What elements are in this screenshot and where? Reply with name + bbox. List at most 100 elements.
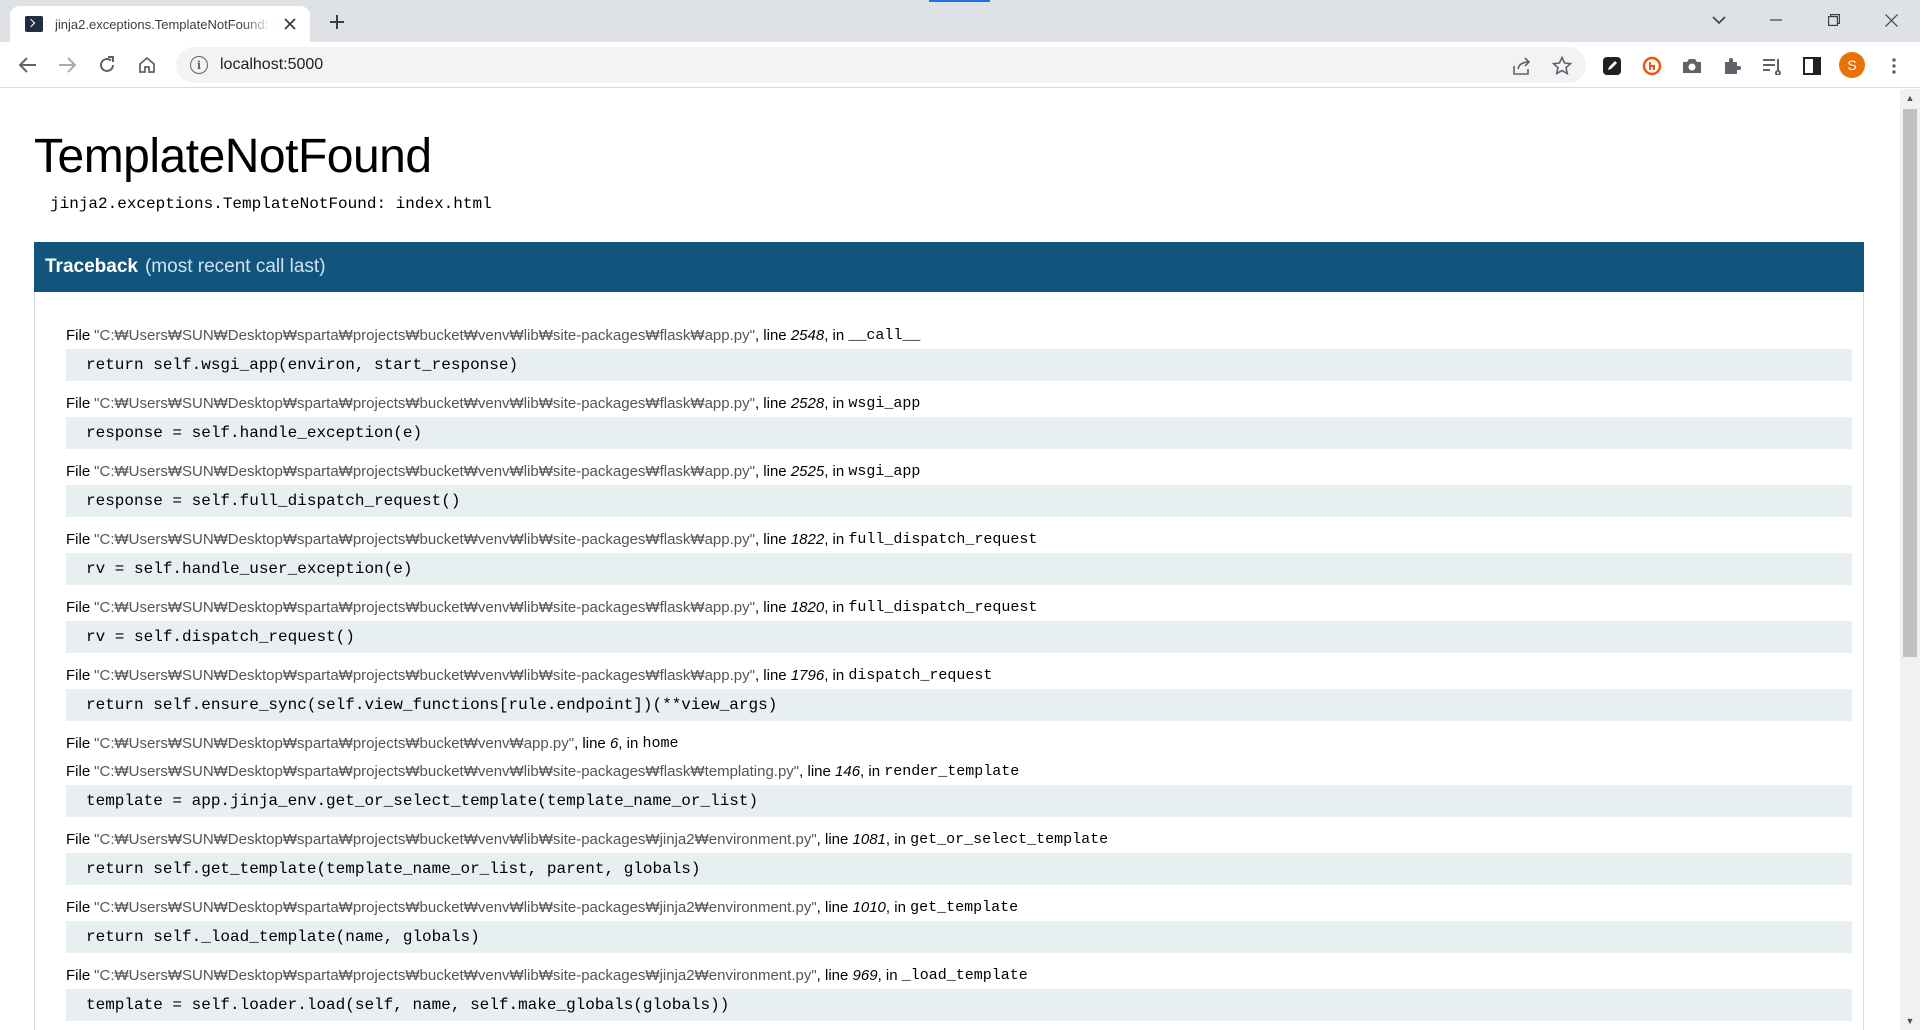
traceback-subtitle: (most recent call last) xyxy=(144,256,326,277)
home-icon xyxy=(139,56,155,73)
scroll-down-icon[interactable]: ▼ xyxy=(1900,1012,1920,1030)
separator: , xyxy=(754,394,764,412)
frame-file-label: File xyxy=(66,394,91,412)
separator: , xyxy=(824,326,833,344)
frame-location: File "C:₩Users₩SUN₩Desktop₩sparta₩project… xyxy=(66,389,1852,417)
share-icon[interactable] xyxy=(1510,54,1534,78)
back-button[interactable] xyxy=(12,49,44,81)
frame-source-line[interactable]: template = app.jinja_env.get_or_select_t… xyxy=(66,785,1852,817)
frame-function-name: home xyxy=(642,734,679,752)
reload-button[interactable] xyxy=(91,49,123,81)
frame-file-path[interactable]: "C:₩Users₩SUN₩Desktop₩sparta₩projects₩bu… xyxy=(94,967,816,984)
frame-line-number: 2528 xyxy=(790,394,825,412)
traceback-frame: File "C:₩Users₩SUN₩Desktop₩sparta₩project… xyxy=(66,961,1852,1021)
traceback-header: Traceback (most recent call last) xyxy=(34,242,1864,292)
close-tab-icon[interactable] xyxy=(280,14,300,34)
frame-file-path[interactable]: "C:₩Users₩SUN₩Desktop₩sparta₩projects₩bu… xyxy=(94,899,816,916)
frame-line-label: line xyxy=(825,898,849,916)
frame-file-path[interactable]: "C:₩Users₩SUN₩Desktop₩sparta₩projects₩bu… xyxy=(94,327,755,344)
frame-source-line[interactable]: return self.ensure_sync(self.view_functi… xyxy=(66,689,1852,721)
frame-line-number: 1796 xyxy=(790,666,825,684)
frame-in-label: in xyxy=(832,666,845,684)
minimize-button[interactable] xyxy=(1747,0,1805,40)
frame-file-path[interactable]: "C:₩Users₩SUN₩Desktop₩sparta₩projects₩bu… xyxy=(94,831,816,848)
frame-file-label: File xyxy=(66,462,91,480)
home-button[interactable] xyxy=(131,49,163,81)
traceback-frame: File "C:₩Users₩SUN₩Desktop₩sparta₩project… xyxy=(66,457,1852,517)
frame-source-line[interactable]: return self.wsgi_app(environ, start_resp… xyxy=(66,349,1852,381)
frame-source-line[interactable]: response = self.full_dispatch_request() xyxy=(66,485,1852,517)
frame-file-path[interactable]: "C:₩Users₩SUN₩Desktop₩sparta₩projects₩bu… xyxy=(94,599,755,616)
bookmark-star-icon[interactable] xyxy=(1550,54,1574,78)
frame-file-path[interactable]: "C:₩Users₩SUN₩Desktop₩sparta₩projects₩bu… xyxy=(94,667,755,684)
frame-in-label: in xyxy=(894,898,906,916)
frame-source-line[interactable]: template = self.loader.load(self, name, … xyxy=(66,989,1852,1021)
frame-location: File "C:₩Users₩SUN₩Desktop₩sparta₩project… xyxy=(66,321,1852,349)
side-panel-icon[interactable] xyxy=(1800,54,1824,78)
frame-file-label: File xyxy=(66,666,91,684)
vertical-scrollbar[interactable]: ▲ ▼ xyxy=(1900,89,1920,1030)
frame-line-number: 146 xyxy=(835,762,861,780)
frame-file-path[interactable]: "C:₩Users₩SUN₩Desktop₩sparta₩projects₩bu… xyxy=(94,763,799,780)
puzzle-extensions-icon[interactable] xyxy=(1720,54,1744,78)
frame-source-line[interactable]: rv = self.dispatch_request() xyxy=(66,621,1852,653)
frame-source-line[interactable]: return self.get_template(template_name_o… xyxy=(66,853,1852,885)
frame-function-name: wsgi_app xyxy=(848,394,921,412)
frame-file-path[interactable]: "C:₩Users₩SUN₩Desktop₩sparta₩projects₩bu… xyxy=(94,463,755,480)
separator: , xyxy=(754,598,764,616)
frame-line-label: line xyxy=(763,598,787,616)
restore-button[interactable] xyxy=(1805,0,1863,40)
page-viewport: TemplateNotFound jinja2.exceptions.Templ… xyxy=(0,89,1900,1030)
frame-file-path[interactable]: "C:₩Users₩SUN₩Desktop₩sparta₩projects₩bu… xyxy=(94,395,755,412)
reading-list-icon[interactable] xyxy=(1760,54,1784,78)
frame-line-label: line xyxy=(763,666,787,684)
chevron-down-icon xyxy=(1712,16,1726,25)
frame-in-label: in xyxy=(832,530,845,548)
frame-file-path[interactable]: "C:₩Users₩SUN₩Desktop₩sparta₩projects₩bu… xyxy=(94,531,755,548)
frame-line-number: 6 xyxy=(609,734,619,752)
frame-in-label: in xyxy=(868,762,881,780)
kebab-menu-icon[interactable] xyxy=(1882,54,1906,78)
loading-indicator xyxy=(929,0,990,2)
arrow-left-icon xyxy=(19,57,36,73)
frame-source-line[interactable]: return self._load_template(name, globals… xyxy=(66,921,1852,953)
frame-source-line[interactable]: rv = self.handle_user_exception(e) xyxy=(66,553,1852,585)
frame-function-name: full_dispatch_request xyxy=(848,530,1038,548)
frame-file-label: File xyxy=(66,762,91,780)
new-tab-button[interactable] xyxy=(322,8,352,36)
extension-orange-icon[interactable] xyxy=(1640,54,1664,78)
frame-file-path[interactable]: "C:₩Users₩SUN₩Desktop₩sparta₩projects₩bu… xyxy=(94,735,574,752)
address-bar[interactable]: i localhost:5000 xyxy=(176,47,1586,83)
traceback-frame: File "C:₩Users₩SUN₩Desktop₩sparta₩project… xyxy=(66,389,1852,449)
traceback-frame: File "C:₩Users₩SUN₩Desktop₩sparta₩project… xyxy=(66,321,1852,381)
traceback-title: Traceback xyxy=(45,256,138,277)
forward-button[interactable] xyxy=(51,49,83,81)
page-title: TemplateNotFound xyxy=(34,130,432,183)
address-input[interactable]: localhost:5000 xyxy=(220,56,323,74)
tab-search-button[interactable] xyxy=(1690,0,1748,40)
scrollbar-thumb[interactable] xyxy=(1903,109,1917,657)
frame-source-line[interactable]: response = self.handle_exception(e) xyxy=(66,417,1852,449)
browser-tab[interactable]: jinja2.exceptions.TemplateNotFound: inde… xyxy=(10,6,310,42)
frame-location: File "C:₩Users₩SUN₩Desktop₩sparta₩project… xyxy=(66,961,1852,989)
scroll-up-icon[interactable]: ▲ xyxy=(1900,89,1920,107)
profile-avatar[interactable]: S xyxy=(1839,52,1865,78)
frame-function-name: get_template xyxy=(910,898,1019,916)
tab-strip: jinja2.exceptions.TemplateNotFound: inde… xyxy=(0,0,1920,42)
frame-in-label: in xyxy=(626,734,639,752)
restore-icon xyxy=(1828,14,1840,26)
frame-location: File "C:₩Users₩SUN₩Desktop₩sparta₩project… xyxy=(66,729,1852,757)
frame-function-name: __call__ xyxy=(848,326,921,344)
frame-location: File "C:₩Users₩SUN₩Desktop₩sparta₩project… xyxy=(66,893,1852,921)
traceback-frame: File "C:₩Users₩SUN₩Desktop₩sparta₩project… xyxy=(66,593,1852,653)
separator: , xyxy=(824,666,833,684)
site-info-icon[interactable]: i xyxy=(190,56,208,74)
separator: , xyxy=(824,530,833,548)
close-window-button[interactable] xyxy=(1862,0,1920,40)
frame-file-label: File xyxy=(66,326,91,344)
browser-toolbar: i localhost:5000 S xyxy=(0,42,1920,88)
separator: , xyxy=(816,830,825,848)
extension-edit-icon[interactable] xyxy=(1600,54,1624,78)
camera-icon[interactable] xyxy=(1680,54,1704,78)
separator: , xyxy=(618,734,627,752)
